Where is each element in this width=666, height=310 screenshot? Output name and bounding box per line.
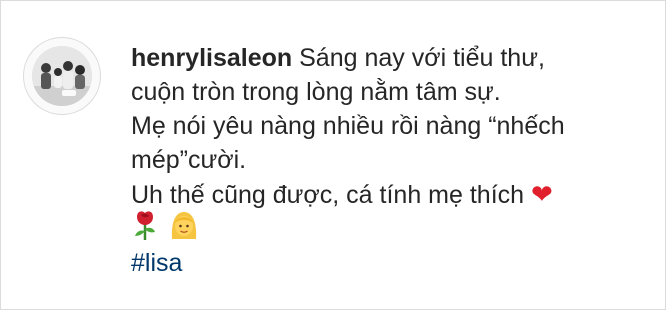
caption-line-4: mép”cười. [131, 146, 247, 174]
caption-text-1: Sáng nay với tiểu thư, [299, 44, 545, 72]
rose-emoji-icon [131, 209, 159, 250]
heart-icon: ❤ [531, 179, 553, 209]
username-link[interactable]: henrylisaleon [131, 44, 292, 72]
avatar[interactable] [23, 37, 101, 115]
hashtag-link[interactable]: #lisa [131, 246, 641, 280]
caption-line-5: Uh thế cũng được, cá tính mẹ thích ❤ [131, 177, 641, 212]
comment-card: henrylisaleon Sáng nay với tiểu thư, cuộ… [0, 0, 666, 310]
caption-text-5: Uh thế cũng được, cá tính mẹ thích [131, 181, 525, 209]
blond-woman-emoji-icon [169, 209, 199, 250]
emoji-row [131, 210, 641, 246]
caption-line-2: cuộn tròn trong lòng nằm tâm sự. [131, 78, 501, 106]
caption-line-1: henrylisaleon Sáng nay với tiểu thư, [131, 41, 641, 75]
caption-line-3: Mẹ nói yêu nàng nhiều rồi nàng “nhếch [131, 112, 565, 140]
comment-text: henrylisaleon Sáng nay với tiểu thư, cuộ… [131, 41, 641, 280]
avatar-photo [32, 46, 92, 106]
